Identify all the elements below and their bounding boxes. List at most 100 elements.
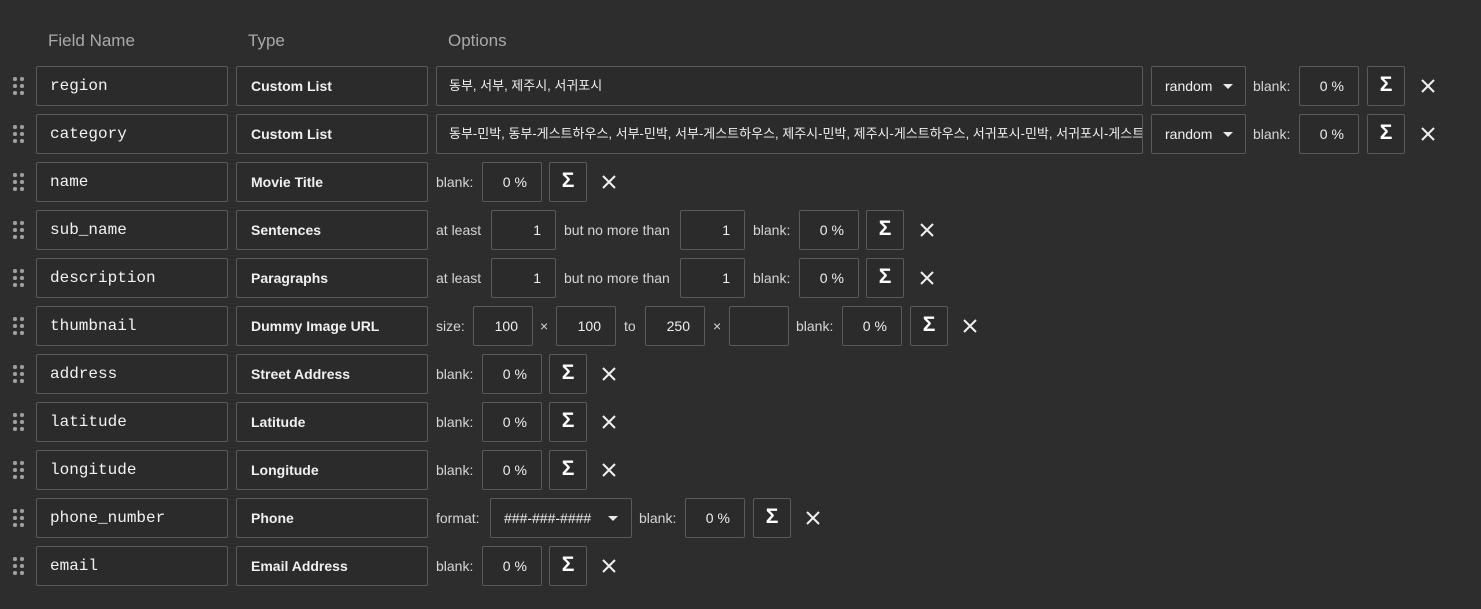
custom-list-values-input[interactable]: 동부-민박, 동부-게스트하우스, 서부-민박, 서부-게스트하우스, 제주시-…	[436, 114, 1143, 154]
sigma-icon[interactable]: Σ	[753, 498, 791, 538]
sigma-icon[interactable]: Σ	[549, 402, 587, 442]
sigma-icon[interactable]: Σ	[910, 306, 948, 346]
field-name-input[interactable]: phone_number	[36, 498, 228, 538]
blank-percent-input[interactable]: 0%	[482, 162, 542, 202]
close-icon[interactable]	[1418, 124, 1438, 144]
field-name-input[interactable]: thumbnail	[36, 306, 228, 346]
sigma-icon[interactable]: Σ	[549, 162, 587, 202]
field-type-select[interactable]: Movie Title	[236, 162, 428, 202]
blank-percent-input[interactable]: 0%	[482, 354, 542, 394]
no-more-than-input[interactable]: 1	[680, 258, 745, 298]
format-label: format:	[436, 510, 480, 526]
at-least-input[interactable]: 1	[491, 210, 556, 250]
sigma-icon[interactable]: Σ	[1367, 66, 1405, 106]
drag-handle-icon[interactable]	[13, 173, 25, 191]
field-name-input[interactable]: latitude	[36, 402, 228, 442]
close-icon[interactable]	[1418, 76, 1438, 96]
close-icon[interactable]	[599, 172, 619, 192]
drag-handle-icon[interactable]	[13, 509, 25, 527]
percent-sign: %	[831, 270, 844, 286]
close-icon[interactable]	[599, 364, 619, 384]
field-name-input[interactable]: name	[36, 162, 228, 202]
drag-handle-icon[interactable]	[13, 461, 25, 479]
field-row: sub_name Sentences at least 1 but no more th…	[0, 210, 1481, 250]
no-more-than-input[interactable]: 1	[680, 210, 745, 250]
blank-percent-input[interactable]: 0%	[482, 450, 542, 490]
blank-percent-input[interactable]: 0%	[482, 546, 542, 586]
blank-percent-input[interactable]: 0%	[482, 402, 542, 442]
sigma-icon[interactable]: Σ	[549, 450, 587, 490]
size-width-input[interactable]: 100	[473, 306, 533, 346]
drag-handle-icon[interactable]	[13, 557, 25, 575]
field-name-input[interactable]: region	[36, 66, 228, 106]
field-name-input[interactable]: description	[36, 258, 228, 298]
close-icon[interactable]	[917, 268, 937, 288]
blank-label: blank:	[639, 510, 677, 526]
drag-handle-icon[interactable]	[13, 365, 25, 383]
times-label: ×	[713, 318, 722, 334]
drag-handle-icon[interactable]	[13, 317, 25, 335]
blank-label: blank:	[1253, 78, 1291, 94]
field-name-input[interactable]: email	[36, 546, 228, 586]
field-name-input[interactable]: category	[36, 114, 228, 154]
field-type-select[interactable]: Sentences	[236, 210, 428, 250]
field-type-select[interactable]: Dummy Image URL	[236, 306, 428, 346]
column-header-options: Options	[448, 31, 507, 50]
percent-sign: %	[1331, 78, 1344, 94]
field-type-select[interactable]: Email Address	[236, 546, 428, 586]
blank-percent-input[interactable]: 0%	[799, 210, 859, 250]
blank-label: blank:	[436, 414, 474, 430]
drag-handle-icon[interactable]	[13, 269, 25, 287]
field-row: email Email Address blank: 0% Σ	[0, 546, 1481, 586]
blank-percent-value: 0	[502, 174, 511, 190]
list-mode-value: random	[1165, 78, 1213, 94]
at-least-input[interactable]: 1	[491, 258, 556, 298]
drag-handle-icon[interactable]	[13, 221, 25, 239]
field-type-select[interactable]: Latitude	[236, 402, 428, 442]
at-least-label: at least	[436, 222, 482, 238]
caret-down-icon	[1223, 84, 1233, 89]
field-type-select[interactable]: Street Address	[236, 354, 428, 394]
field-name-input[interactable]: sub_name	[36, 210, 228, 250]
field-type-select[interactable]: Paragraphs	[236, 258, 428, 298]
blank-percent-value: 0	[819, 270, 828, 286]
field-name-input[interactable]: longitude	[36, 450, 228, 490]
close-icon[interactable]	[917, 220, 937, 240]
phone-format-select[interactable]: ###-###-####	[490, 498, 632, 538]
sigma-icon[interactable]: Σ	[549, 546, 587, 586]
max-height-input[interactable]	[729, 306, 789, 346]
blank-percent-input[interactable]: 0%	[842, 306, 902, 346]
field-type-select[interactable]: Custom List	[236, 114, 428, 154]
phone-format-value: ###-###-####	[504, 510, 592, 526]
caret-down-icon	[608, 516, 618, 521]
percent-sign: %	[874, 318, 887, 334]
field-row: latitude Latitude blank: 0% Σ	[0, 402, 1481, 442]
close-icon[interactable]	[960, 316, 980, 336]
close-icon[interactable]	[599, 556, 619, 576]
blank-percent-value: 0	[502, 558, 511, 574]
blank-percent-input[interactable]: 0%	[685, 498, 745, 538]
close-icon[interactable]	[803, 508, 823, 528]
drag-handle-icon[interactable]	[13, 125, 25, 143]
sigma-icon[interactable]: Σ	[549, 354, 587, 394]
sigma-icon[interactable]: Σ	[866, 258, 904, 298]
field-type-select[interactable]: Phone	[236, 498, 428, 538]
drag-handle-icon[interactable]	[13, 77, 25, 95]
list-mode-select[interactable]: random	[1151, 114, 1246, 154]
field-type-select[interactable]: Longitude	[236, 450, 428, 490]
blank-percent-input[interactable]: 0%	[1299, 114, 1359, 154]
blank-percent-input[interactable]: 0%	[799, 258, 859, 298]
close-icon[interactable]	[599, 412, 619, 432]
sigma-icon[interactable]: Σ	[866, 210, 904, 250]
close-icon[interactable]	[599, 460, 619, 480]
drag-handle-icon[interactable]	[13, 413, 25, 431]
custom-list-values-input[interactable]: 동부, 서부, 제주시, 서귀포시	[436, 66, 1143, 106]
list-mode-select[interactable]: random	[1151, 66, 1246, 106]
size-height-input[interactable]: 100	[556, 306, 616, 346]
max-width-input[interactable]: 250	[645, 306, 705, 346]
blank-percent-input[interactable]: 0%	[1299, 66, 1359, 106]
field-row: phone_number Phone format: ###-###-#### blan…	[0, 498, 1481, 538]
field-type-select[interactable]: Custom List	[236, 66, 428, 106]
field-name-input[interactable]: address	[36, 354, 228, 394]
sigma-icon[interactable]: Σ	[1367, 114, 1405, 154]
